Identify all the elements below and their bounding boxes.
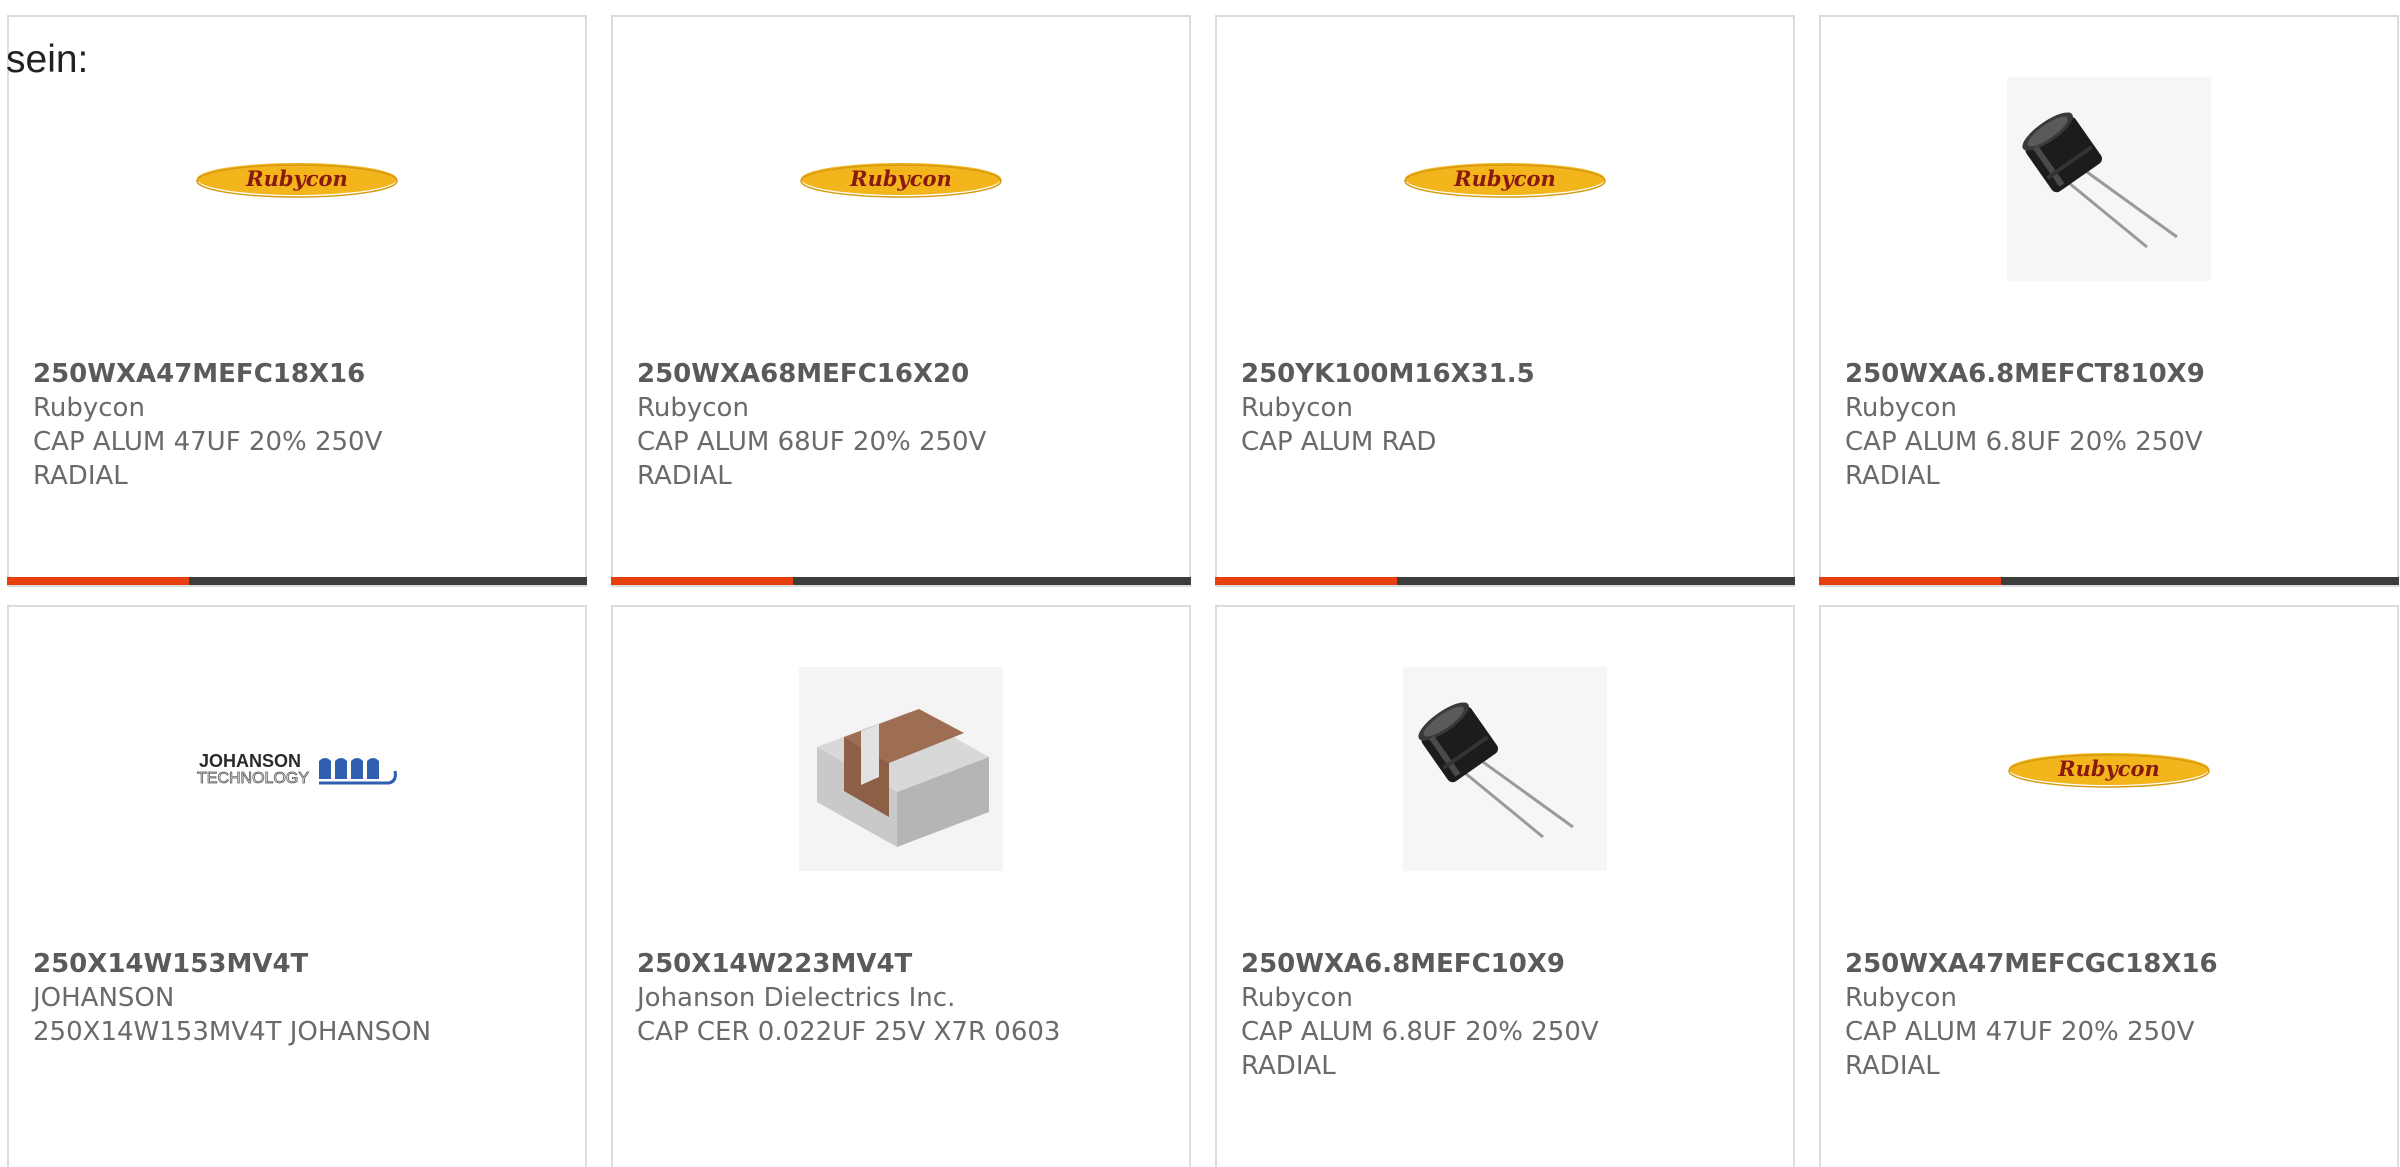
product-image[interactable]: [799, 667, 1003, 871]
svg-text:Rubycon: Rubycon: [1453, 166, 1556, 191]
section-heading: sein:: [6, 38, 89, 81]
description-line: CAP ALUM 68UF 20% 250V: [637, 427, 987, 457]
svg-text:JOHANSON: JOHANSON: [199, 751, 301, 771]
product-info: 250YK100M16X31.5 Rubycon CAP ALUM RAD: [1241, 357, 1773, 459]
product-info: 250WXA47MEFCGC18X16 Rubycon CAP ALUM 47UF …: [1845, 947, 2377, 1083]
svg-text:Rubycon: Rubycon: [849, 166, 952, 191]
product-info: 250X14W153MV4T JOHANSON 250X14W153MV4T JOH…: [33, 947, 565, 1049]
product-image[interactable]: Rubycon: [195, 77, 399, 281]
manufacturer: Rubycon: [637, 393, 749, 423]
product-info: 250WXA47MEFC18X16 Rubycon CAP ALUM 47UF 20…: [33, 357, 565, 493]
product-image[interactable]: [2007, 77, 2211, 281]
product-info: 250WXA6.8MEFC10X9 Rubycon CAP ALUM 6.8UF 2…: [1241, 947, 1773, 1083]
product-listing-page: sein: Rubycon 250WXA47MEFC18X16 Rubycon CA…: [0, 0, 2400, 1167]
part-number[interactable]: 250X14W153MV4T: [33, 947, 565, 981]
product-info: 250WXA6.8MEFCT810X9 Rubycon CAP ALUM 6.8UF…: [1845, 357, 2377, 493]
electrolytic-capacitor-icon: [1403, 667, 1607, 871]
manufacturer: Johanson Dielectrics Inc.: [637, 983, 956, 1013]
product-card[interactable]: Rubycon 250WXA47MEFC18X16 Rubycon CAP ALUM…: [7, 15, 587, 587]
description-line: CAP ALUM RAD: [1241, 427, 1437, 457]
description-line: RADIAL: [1845, 461, 1940, 491]
description-line: CAP ALUM 6.8UF 20% 250V: [1845, 427, 2203, 457]
description-line: CAP ALUM 6.8UF 20% 250V: [1241, 1017, 1599, 1047]
description-line: CAP ALUM 47UF 20% 250V: [33, 427, 383, 457]
manufacturer: Rubycon: [1845, 983, 1957, 1013]
card-bottom-bar: [1215, 577, 1795, 585]
product-image[interactable]: Rubycon: [799, 77, 1003, 281]
svg-text:Rubycon: Rubycon: [2057, 756, 2160, 781]
product-image[interactable]: Rubycon: [1403, 77, 1607, 281]
product-info: 250X14W223MV4T Johanson Dielectrics Inc. C…: [637, 947, 1169, 1049]
card-bottom-bar: [7, 577, 587, 585]
rubycon-logo-icon: Rubycon: [800, 163, 1002, 198]
card-accent-bar: [1819, 577, 2001, 585]
part-number[interactable]: 250WXA6.8MEFC10X9: [1241, 947, 1773, 981]
johanson-technology-logo-icon: JOHANSON TECHNOLOGY: [197, 751, 397, 787]
card-accent-bar: [7, 577, 189, 585]
description-line: RADIAL: [637, 461, 732, 491]
part-number[interactable]: 250WXA68MEFC16X20: [637, 357, 1169, 391]
description-line: RADIAL: [1845, 1051, 1940, 1081]
card-accent-bar: [1215, 577, 1397, 585]
product-info: 250WXA68MEFC16X20 Rubycon CAP ALUM 68UF 20…: [637, 357, 1169, 493]
description-line: 250X14W153MV4T JOHANSON: [33, 1017, 432, 1047]
electrolytic-capacitor-icon: [2007, 77, 2211, 281]
svg-text:TECHNOLOGY: TECHNOLOGY: [197, 770, 309, 787]
rubycon-logo-icon: Rubycon: [1404, 163, 1606, 198]
product-card[interactable]: 250WXA6.8MEFCT810X9 Rubycon CAP ALUM 6.8UF…: [1819, 15, 2399, 587]
part-number[interactable]: 250WXA47MEFCGC18X16: [1845, 947, 2377, 981]
product-card[interactable]: Rubycon 250WXA68MEFC16X20 Rubycon CAP ALUM…: [611, 15, 1191, 587]
manufacturer: Rubycon: [33, 393, 145, 423]
part-number[interactable]: 250X14W223MV4T: [637, 947, 1169, 981]
part-number[interactable]: 250WXA47MEFC18X16: [33, 357, 565, 391]
svg-text:Rubycon: Rubycon: [245, 166, 348, 191]
rubycon-logo-icon: Rubycon: [196, 163, 398, 198]
description-line: RADIAL: [1241, 1051, 1336, 1081]
product-card[interactable]: Rubycon 250YK100M16X31.5 Rubycon CAP ALUM …: [1215, 15, 1795, 587]
part-number[interactable]: 250YK100M16X31.5: [1241, 357, 1773, 391]
manufacturer: Rubycon: [1241, 983, 1353, 1013]
smd-capacitor-icon: [799, 667, 1003, 871]
card-accent-bar: [611, 577, 793, 585]
product-card[interactable]: 250X14W223MV4T Johanson Dielectrics Inc. C…: [611, 605, 1191, 1167]
part-number[interactable]: 250WXA6.8MEFCT810X9: [1845, 357, 2377, 391]
card-bottom-bar: [1819, 577, 2399, 585]
manufacturer: Rubycon: [1241, 393, 1353, 423]
product-image[interactable]: [1403, 667, 1607, 871]
manufacturer: JOHANSON: [33, 983, 175, 1013]
card-bottom-bar: [611, 577, 1191, 585]
description-line: CAP ALUM 47UF 20% 250V: [1845, 1017, 2195, 1047]
product-card[interactable]: 250WXA6.8MEFC10X9 Rubycon CAP ALUM 6.8UF 2…: [1215, 605, 1795, 1167]
product-image[interactable]: Rubycon: [2007, 667, 2211, 871]
product-grid: Rubycon 250WXA47MEFC18X16 Rubycon CAP ALUM…: [7, 15, 2399, 1167]
rubycon-logo-icon: Rubycon: [2008, 753, 2210, 788]
product-image[interactable]: JOHANSON TECHNOLOGY: [195, 667, 399, 871]
product-card[interactable]: JOHANSON TECHNOLOGY 250X14W153MV4T JOHANS…: [7, 605, 587, 1167]
description-line: CAP CER 0.022UF 25V X7R 0603: [637, 1017, 1061, 1047]
product-card[interactable]: Rubycon 250WXA47MEFCGC18X16 Rubycon CAP AL…: [1819, 605, 2399, 1167]
manufacturer: Rubycon: [1845, 393, 1957, 423]
description-line: RADIAL: [33, 461, 128, 491]
